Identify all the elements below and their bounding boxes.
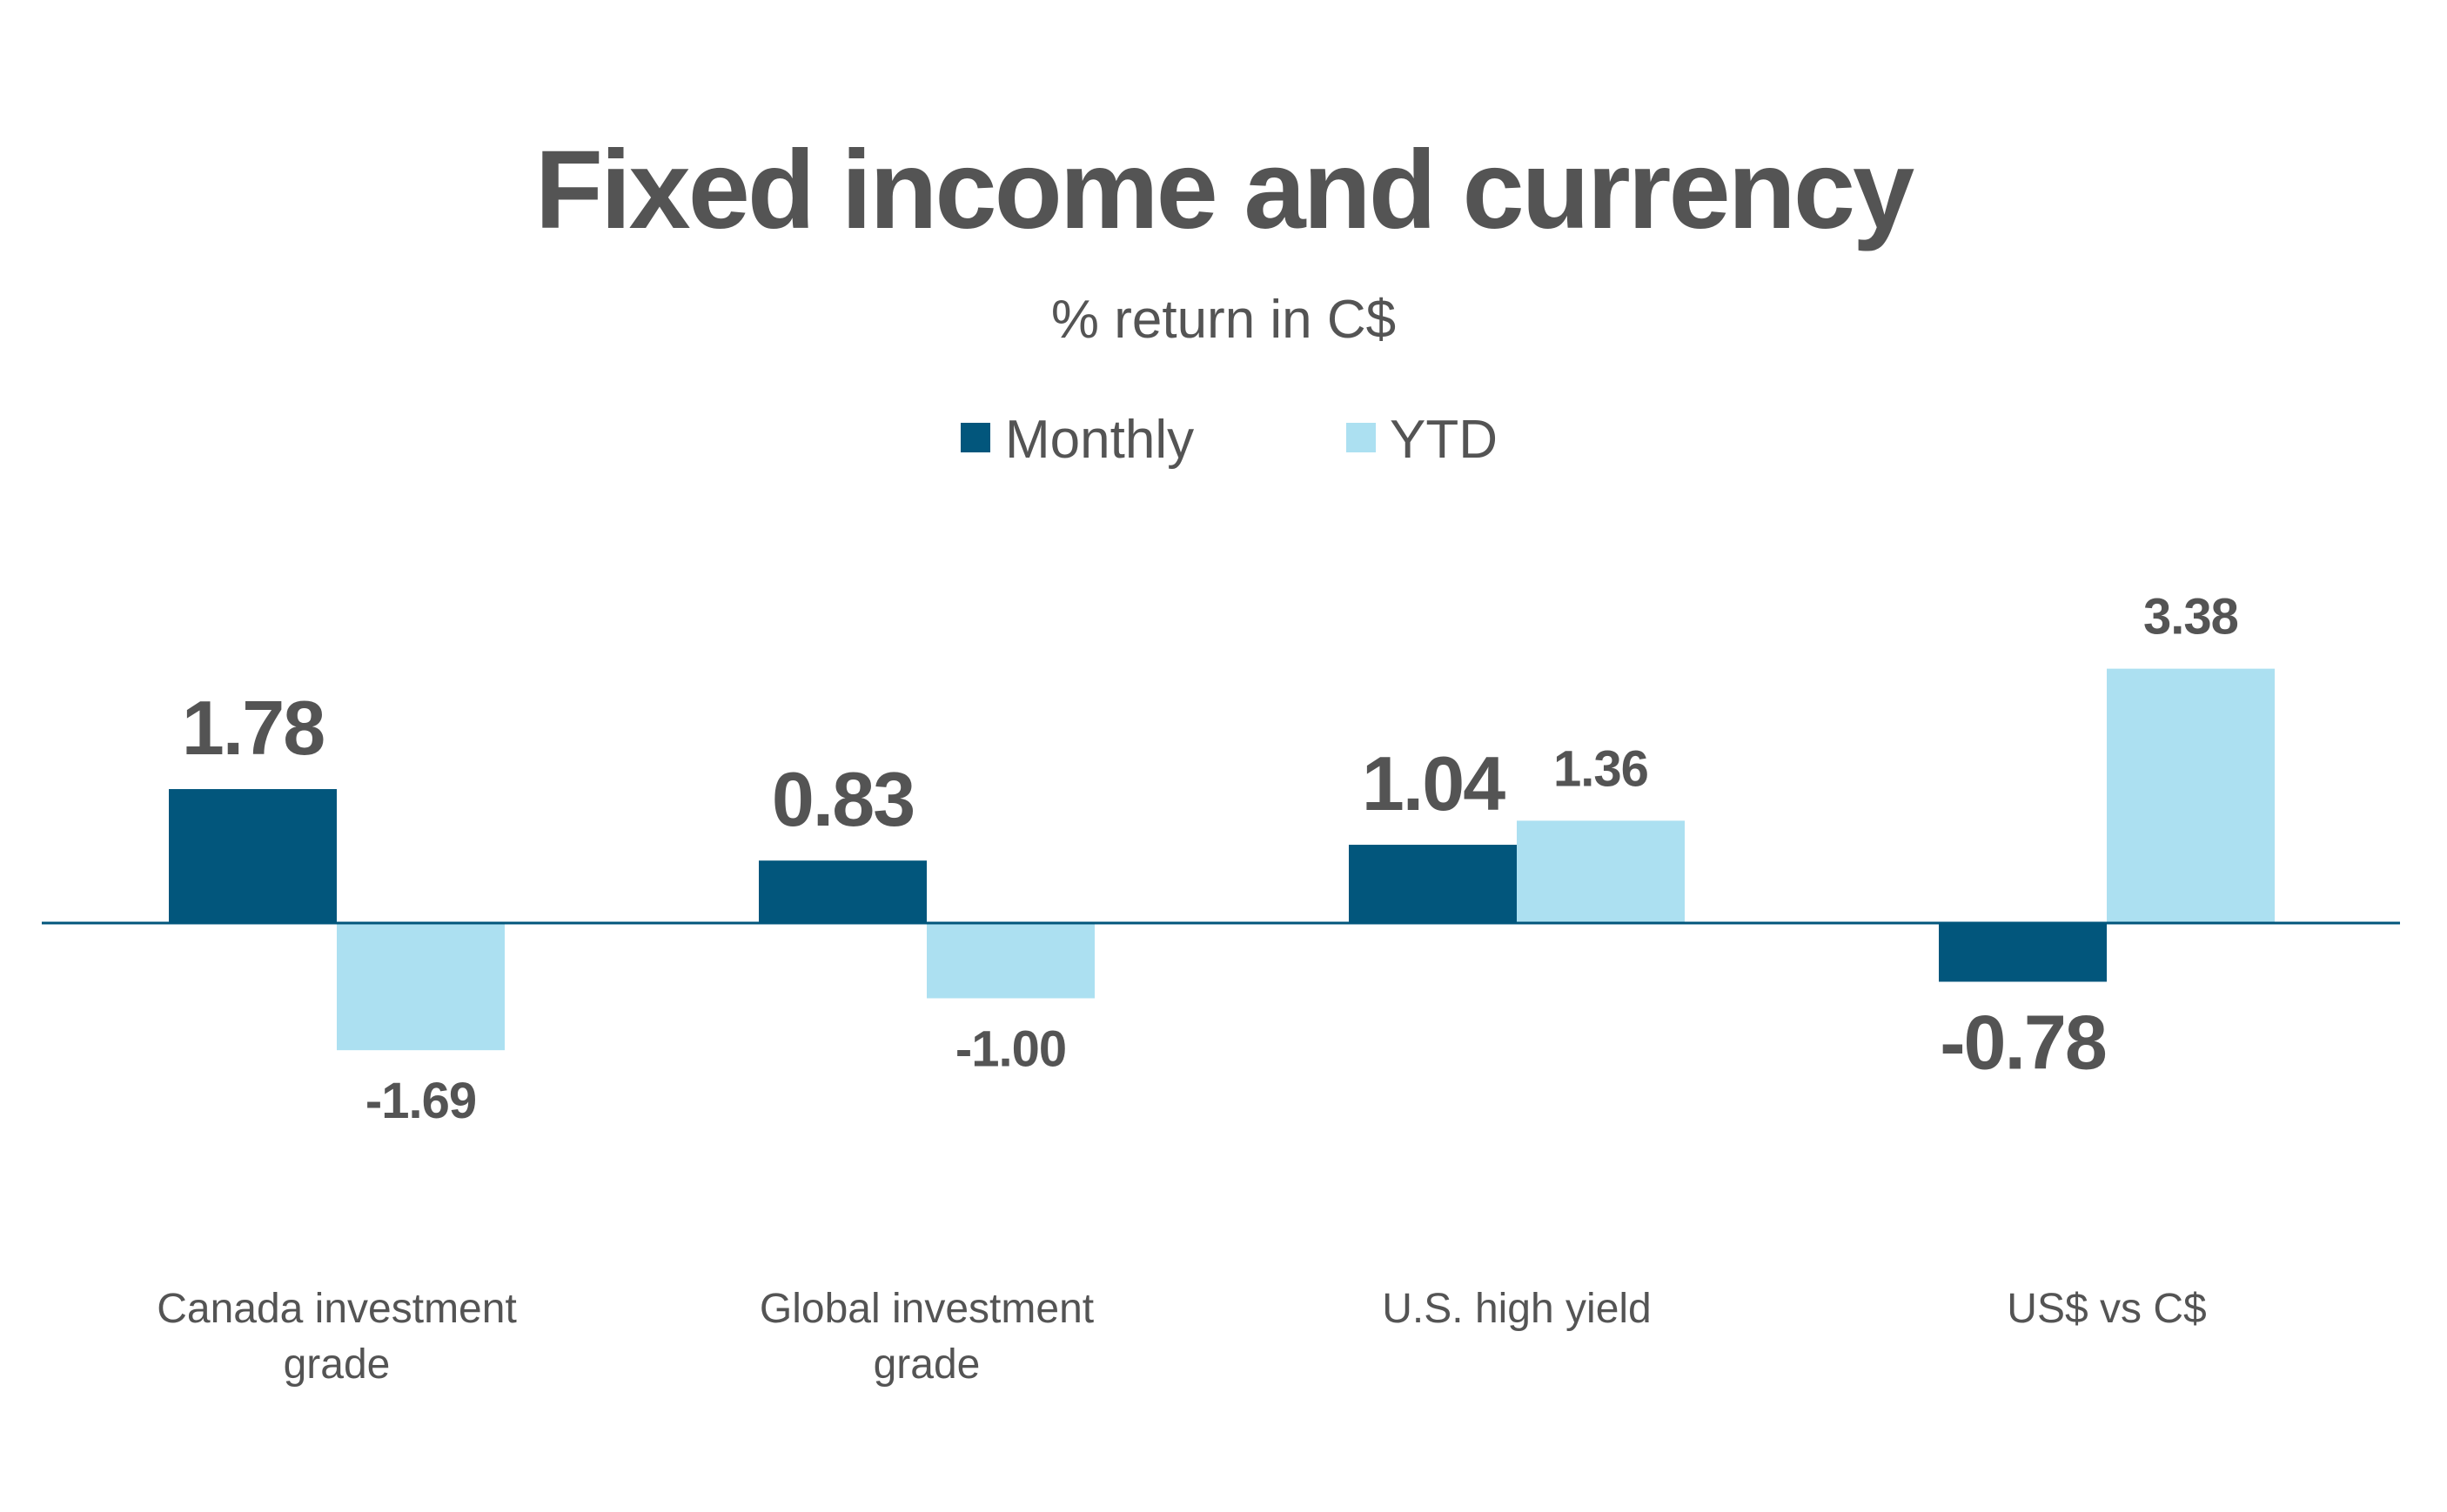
bar-monthly-1 <box>759 860 927 923</box>
bars-group <box>169 668 2275 1051</box>
legend-swatch-monthly <box>961 423 990 452</box>
value-label-monthly-2: 1.04 <box>1362 740 1505 826</box>
legend: Monthly YTD <box>961 410 1498 470</box>
bar-chart: Fixed income and currency % return in C$… <box>42 128 2400 1388</box>
legend-swatch-ytd <box>1346 423 1376 452</box>
category-label-0-line-0: Canada investment <box>157 1286 517 1332</box>
category-label-3: US$ vs C$ <box>2007 1286 2206 1332</box>
category-label-0-line-1: grade <box>284 1341 391 1388</box>
category-labels-group: Canada investment grade Global investment g… <box>157 1286 2206 1388</box>
category-label-1-line-0: Global investment <box>760 1286 1094 1332</box>
bar-ytd-2 <box>1517 820 1685 923</box>
bar-ytd-3 <box>2107 668 2275 923</box>
category-label-1-line-1: grade <box>874 1341 981 1388</box>
value-label-ytd-2: 1.36 <box>1553 740 1648 797</box>
value-label-ytd-3: 3.38 <box>2143 589 2238 646</box>
value-label-ytd-1: -1.00 <box>955 1021 1066 1078</box>
bar-ytd-0 <box>337 923 505 1051</box>
bar-monthly-2 <box>1349 845 1517 923</box>
bar-monthly-0 <box>169 789 337 923</box>
chart-subtitle: % return in C$ <box>1051 290 1396 350</box>
value-label-monthly-1: 0.83 <box>772 756 914 842</box>
value-label-monthly-0: 1.78 <box>182 685 324 771</box>
legend-label-ytd: YTD <box>1390 410 1498 470</box>
bar-monthly-3 <box>1939 923 2107 982</box>
value-label-ytd-0: -1.69 <box>365 1073 476 1129</box>
chart-title: Fixed income and currency <box>535 128 1914 252</box>
category-label-2: U.S. high yield <box>1382 1286 1652 1332</box>
value-label-monthly-3: -0.78 <box>1940 999 2106 1085</box>
bar-ytd-1 <box>927 923 1095 999</box>
legend-label-monthly: Monthly <box>1005 410 1194 470</box>
